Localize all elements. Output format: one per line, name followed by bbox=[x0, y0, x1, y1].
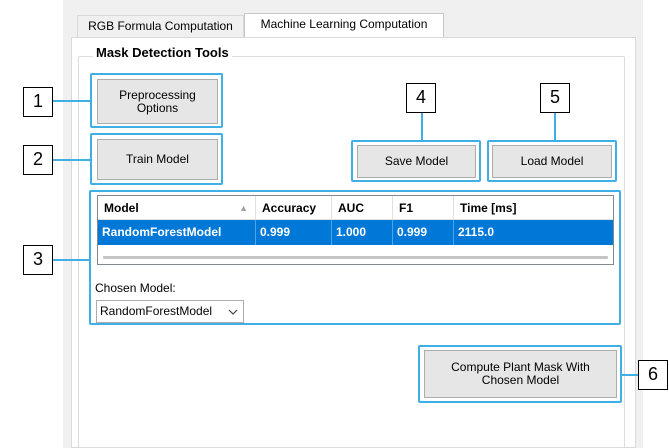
callout-line-2 bbox=[53, 159, 91, 161]
callout-2: 2 bbox=[23, 145, 53, 175]
callout-line-1 bbox=[53, 100, 91, 102]
compute-plant-mask-button[interactable]: Compute Plant Mask With Chosen Model bbox=[424, 350, 617, 398]
load-model-label: Load Model bbox=[520, 154, 584, 168]
cell-model: RandomForestModel bbox=[98, 220, 256, 245]
results-table[interactable]: Model ▲ Accuracy AUC F1 Time [ms] Random… bbox=[97, 195, 614, 265]
callout-line-5 bbox=[554, 112, 556, 141]
column-header-auc[interactable]: AUC bbox=[332, 196, 393, 220]
cell-accuracy: 0.999 bbox=[256, 220, 332, 245]
cell-auc: 1.000 bbox=[332, 220, 393, 245]
chosen-model-select[interactable]: RandomForestModel bbox=[96, 300, 244, 323]
column-header-f1[interactable]: F1 bbox=[393, 196, 454, 220]
column-header-model[interactable]: Model ▲ bbox=[98, 196, 256, 220]
preprocessing-label-line1: Preprocessing bbox=[119, 87, 196, 102]
chevron-down-icon bbox=[228, 309, 238, 315]
compute-label-line2: Chosen Model bbox=[481, 373, 560, 387]
chosen-model-value: RandomForestModel bbox=[100, 304, 213, 318]
save-model-button[interactable]: Save Model bbox=[357, 145, 476, 178]
callout-4: 4 bbox=[406, 83, 436, 113]
train-model-button[interactable]: Train Model bbox=[97, 139, 218, 180]
column-header-time[interactable]: Time [ms] bbox=[454, 196, 613, 220]
tab-rgb-formula[interactable]: RGB Formula Computation bbox=[77, 15, 244, 37]
callout-6: 6 bbox=[638, 360, 668, 390]
group-title: Mask Detection Tools bbox=[93, 45, 232, 61]
callout-5: 5 bbox=[540, 83, 570, 113]
cell-f1: 0.999 bbox=[393, 220, 454, 245]
sort-up-icon: ▲ bbox=[239, 203, 248, 213]
callout-1: 1 bbox=[23, 87, 53, 117]
callout-line-4 bbox=[421, 112, 423, 141]
save-model-label: Save Model bbox=[384, 154, 449, 168]
preprocessing-options-button[interactable]: Preprocessing Options bbox=[97, 79, 218, 124]
horizontal-scrollbar[interactable] bbox=[103, 256, 608, 259]
train-model-label: Train Model bbox=[126, 152, 189, 166]
table-header: Model ▲ Accuracy AUC F1 Time [ms] bbox=[98, 196, 613, 220]
chosen-model-label: Chosen Model: bbox=[95, 281, 176, 295]
cell-time: 2115.0 bbox=[458, 225, 495, 239]
preprocessing-label-line2: Options bbox=[136, 100, 179, 115]
load-model-button[interactable]: Load Model bbox=[492, 145, 612, 178]
callout-line-3 bbox=[53, 259, 90, 261]
tab-machine-learning[interactable]: Machine Learning Computation bbox=[244, 13, 444, 37]
callout-line-6 bbox=[620, 374, 639, 376]
callout-3: 3 bbox=[23, 245, 53, 275]
column-header-accuracy[interactable]: Accuracy bbox=[256, 196, 332, 220]
table-row[interactable]: RandomForestModel 0.999 1.000 0.999 2115… bbox=[98, 220, 613, 245]
